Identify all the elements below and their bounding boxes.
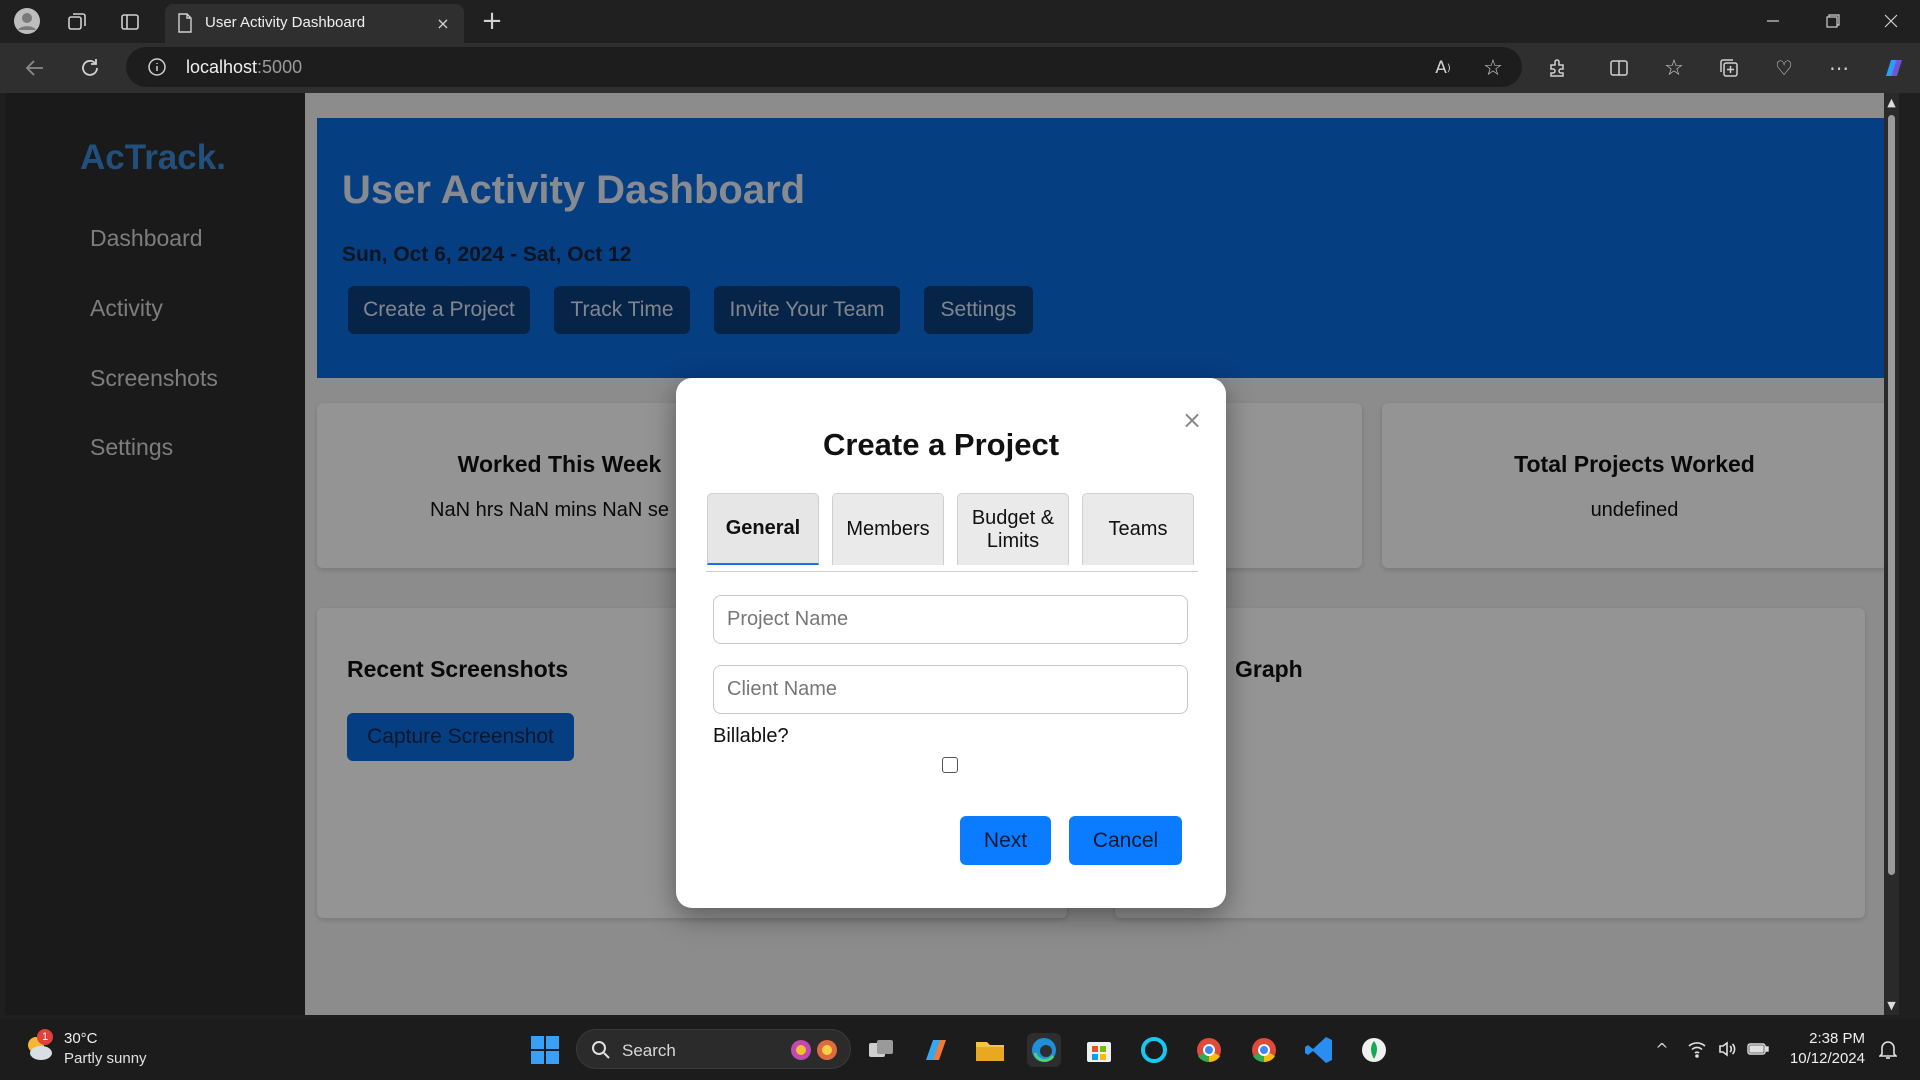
tab-actions-icon[interactable] [117,9,143,35]
page-scrollbar[interactable]: ▲ ▼ [1884,93,1899,1015]
more-options-icon[interactable]: ⋯ [1825,54,1853,82]
search-icon [592,1041,610,1059]
weather-badge: 1 [37,1029,53,1045]
page-icon [178,13,192,33]
notifications-icon[interactable] [1876,1037,1900,1061]
favorites-icon[interactable]: ☆ [1660,54,1688,82]
task-view-icon[interactable] [864,1033,898,1067]
create-project-modal: Create a Project × General Members Budge… [676,378,1226,908]
site-info-icon[interactable] [146,56,168,78]
workspaces-icon[interactable] [64,9,90,35]
clock-time[interactable]: 2:38 PM [1809,1030,1865,1047]
extensions-icon[interactable] [1544,54,1572,82]
favorite-star-icon[interactable]: ☆ [1481,56,1505,81]
new-tab-button[interactable]: + [478,6,506,36]
search-label: Search [622,1041,676,1060]
minimize-icon[interactable] [1760,8,1786,34]
tab-divider [706,571,1198,572]
close-window-icon[interactable] [1878,8,1904,34]
browser-essentials-icon[interactable]: ♡ [1770,54,1798,82]
billable-label: Billable? [713,725,789,747]
tab-members[interactable]: Members [832,493,944,565]
microsoft-store-icon[interactable] [1082,1033,1116,1067]
file-explorer-icon[interactable] [973,1033,1007,1067]
url-bar[interactable]: localhost:5000 A) ☆ [126,47,1522,87]
refresh-icon[interactable] [75,53,105,83]
next-button[interactable]: Next [960,816,1051,865]
collections-icon[interactable] [1715,54,1743,82]
client-name-input[interactable] [713,665,1188,714]
tab-close-icon[interactable]: × [432,12,454,34]
project-name-input[interactable] [713,595,1188,644]
chrome-profile-app-icon[interactable] [1247,1033,1281,1067]
scroll-up-arrow[interactable]: ▲ [1885,95,1898,109]
battery-icon[interactable] [1745,1037,1771,1061]
edge-app-icon[interactable] [1027,1033,1061,1067]
weather-description[interactable]: Partly sunny [64,1050,147,1067]
tab-budget-limits[interactable]: Budget & Limits [957,493,1069,565]
windows-taskbar: 1 30°C Partly sunny Search ^ 2:38 PM 10/… [0,1019,1920,1080]
copilot-app-icon[interactable] [918,1033,952,1067]
volume-icon[interactable] [1715,1037,1739,1061]
restore-icon[interactable] [1820,8,1846,34]
weather-temperature[interactable]: 30°C [64,1030,98,1047]
tab-general[interactable]: General [707,493,819,565]
split-screen-icon[interactable] [1605,54,1633,82]
show-hidden-icons-icon[interactable]: ^ [1650,1037,1674,1061]
browser-tab-bar: User Activity Dashboard × + [0,0,1920,43]
scroll-thumb[interactable] [1888,115,1895,875]
start-menu-icon[interactable] [528,1033,562,1067]
vscode-app-icon[interactable] [1302,1033,1336,1067]
browser-address-bar: localhost:5000 A) ☆ ☆ ♡ ⋯ [0,43,1920,93]
url-text[interactable]: localhost:5000 [186,57,302,78]
cancel-button[interactable]: Cancel [1069,816,1182,865]
tab-teams[interactable]: Teams [1082,493,1194,565]
modal-title: Create a Project [822,427,1060,462]
back-icon[interactable] [20,53,50,83]
read-aloud-icon[interactable]: A) [1431,56,1455,80]
taskbar-search[interactable]: Search [576,1029,851,1069]
billable-checkbox[interactable] [942,757,958,773]
mongodb-compass-icon[interactable] [1357,1033,1391,1067]
search-highlight-icon [791,1040,837,1060]
wifi-icon[interactable] [1685,1037,1709,1061]
scroll-down-arrow[interactable]: ▼ [1885,998,1898,1012]
close-icon[interactable]: × [1180,406,1204,434]
clock-date[interactable]: 10/12/2024 [1790,1050,1865,1067]
browser-tab-active[interactable]: User Activity Dashboard × [165,4,464,43]
copilot-icon[interactable] [1878,52,1910,84]
chrome-app-icon[interactable] [1192,1033,1226,1067]
cortana-ring-icon[interactable] [1137,1033,1171,1067]
url-port: :5000 [257,57,303,77]
profile-icon[interactable] [12,6,42,36]
url-host: localhost [186,57,258,77]
tab-title: User Activity Dashboard [205,14,366,31]
weather-icon[interactable]: 1 [22,1029,56,1065]
